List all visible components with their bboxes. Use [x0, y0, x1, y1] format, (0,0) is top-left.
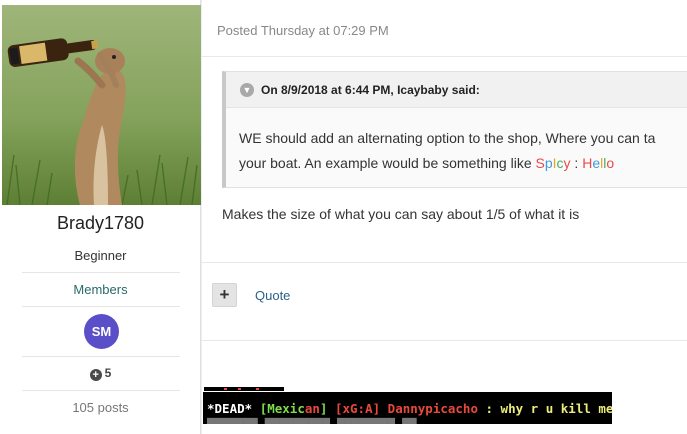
divider	[22, 306, 180, 307]
post-body: Makes the size of what you can say about…	[222, 206, 580, 222]
colored-letter: H	[582, 155, 593, 171]
divider	[22, 356, 180, 357]
post-content: Posted Thursday at 07:29 PM ▼ On 8/9/201…	[202, 0, 687, 434]
chat-message: : why r u kill me	[477, 401, 613, 416]
colored-letter: y	[563, 155, 571, 171]
quote-line-2: your boat. An example would be something…	[239, 151, 687, 176]
forum-post-page: Brady1780 Beginner Members SM +5 105 pos…	[0, 0, 687, 434]
avatar[interactable]	[2, 5, 201, 205]
member-rank: Beginner	[74, 248, 127, 263]
team-bracket: ]	[319, 401, 328, 416]
quote-header[interactable]: ▼ On 8/9/2018 at 6:44 PM, Icaybaby said:	[226, 72, 687, 108]
quote-block: ▼ On 8/9/2018 at 6:44 PM, Icaybaby said:…	[222, 71, 687, 188]
quote-citation: On 8/9/2018 at 6:44 PM, Icaybaby said:	[261, 82, 480, 97]
chat-overflow-fragment	[204, 387, 284, 391]
quote-line-2-text: your boat. An example would be something…	[239, 155, 536, 171]
chat-line: *DEAD* [Mexican] [xG:A] Dannypicacho : w…	[207, 401, 612, 416]
team-name: an	[304, 401, 320, 416]
divider	[202, 262, 687, 263]
multiquote-add-button[interactable]: +	[212, 283, 237, 307]
colored-letter: e	[592, 155, 601, 171]
colored-letter: c	[556, 155, 564, 171]
quote-button[interactable]: Quote	[255, 288, 290, 303]
separator-text: :	[570, 155, 583, 171]
divider	[202, 56, 687, 57]
player-name: Dannypicacho	[387, 401, 478, 416]
chat-line-cutoff: ▀▀▀▀▀▀▀ ▀▀▀▀▀▀▀▀▀ ▀▀▀▀▀▀▀▀ ▀▀	[207, 418, 417, 424]
plus-circle-icon: +	[89, 369, 102, 381]
reputation: +5	[0, 366, 201, 381]
divider	[22, 272, 180, 273]
dead-tag: *DEAD*	[207, 401, 253, 416]
chevron-down-icon[interactable]: ▼	[240, 82, 254, 97]
colored-letter: o	[606, 155, 615, 171]
avatar-prairie-dog-image	[2, 5, 201, 205]
post-timestamp[interactable]: Posted Thursday at 07:29 PM	[217, 23, 389, 38]
game-chat-image: *DEAD* [Mexican] [xG:A] Dannypicacho : w…	[203, 392, 612, 424]
quote-text: WE should add an alternating option to t…	[226, 108, 687, 176]
colored-letter: S	[535, 155, 545, 171]
post-count: 105 posts	[72, 400, 129, 415]
quote-line-1: WE should add an alternating option to t…	[239, 130, 656, 146]
reputation-count: 5	[104, 366, 112, 380]
author-panel: Brady1780 Beginner Members SM +5 105 pos…	[0, 0, 201, 434]
member-group: Members	[73, 282, 128, 297]
username[interactable]: Brady1780	[0, 213, 201, 234]
team-name: Mexic	[267, 401, 305, 416]
divider	[202, 340, 687, 341]
clan-tag: [xG:A]	[334, 401, 381, 416]
divider	[22, 390, 180, 391]
colored-letter: p	[544, 155, 553, 171]
user-badge[interactable]: SM	[84, 314, 119, 349]
